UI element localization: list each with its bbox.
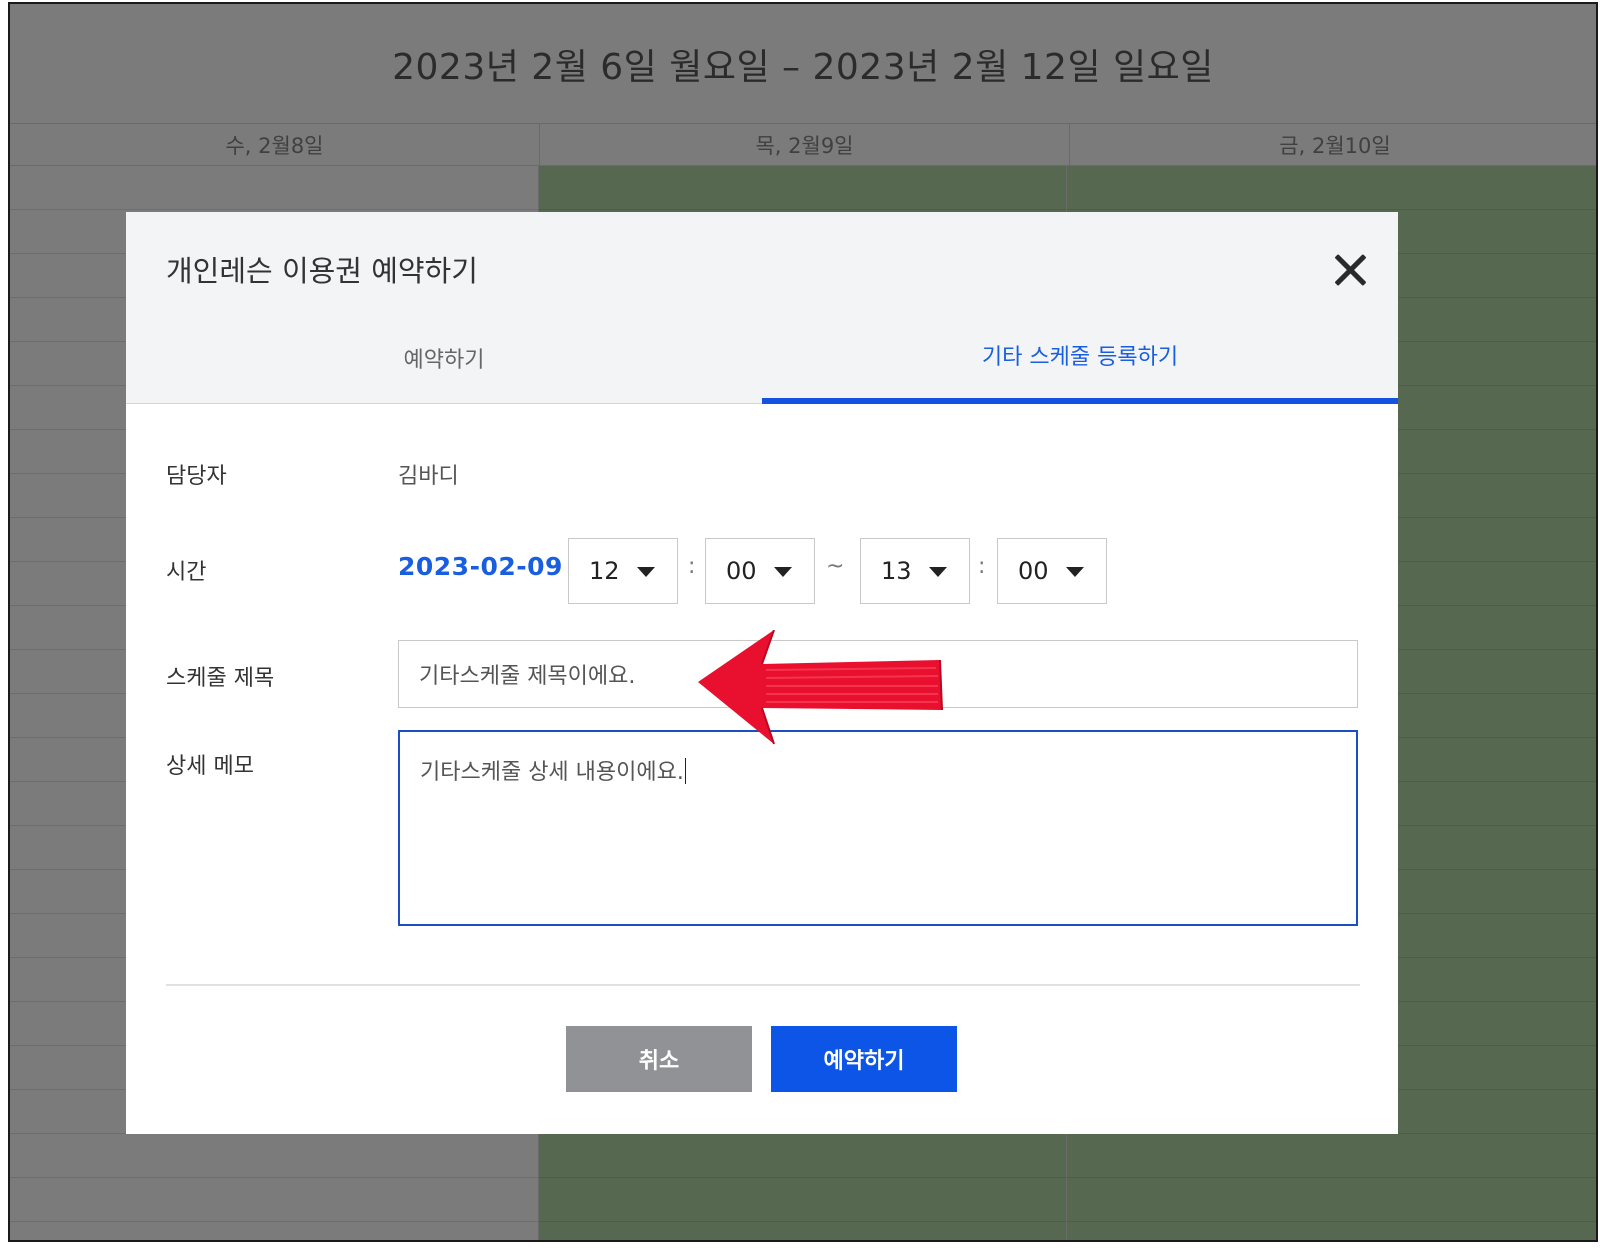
end-hour-value: 13 (881, 557, 912, 585)
footer-divider (166, 984, 1360, 986)
time-colon: : (688, 554, 696, 579)
memo-label: 상세 메모 (166, 754, 254, 779)
time-colon: : (978, 554, 986, 579)
modal-header: 개인레슨 이용권 예약하기 예약하기 기타 스케줄 등록하기 (126, 212, 1398, 404)
calendar-day-row: 수, 2월8일 목, 2월9일 금, 2월10일 (10, 124, 1596, 166)
close-icon[interactable] (1328, 248, 1372, 292)
start-minute-value: 00 (726, 557, 757, 585)
day-header-thu[interactable]: 목, 2월9일 (540, 124, 1070, 166)
staff-label: 담당자 (166, 464, 227, 489)
cancel-button[interactable]: 취소 (566, 1026, 752, 1092)
day-header-wed[interactable]: 수, 2월8일 (10, 124, 540, 166)
day-header-fri[interactable]: 금, 2월10일 (1070, 124, 1596, 166)
reservation-modal: 개인레슨 이용권 예약하기 예약하기 기타 스케줄 등록하기 담당자 김바디 시… (126, 212, 1398, 1134)
calendar-week-title: 2023년 2월 6일 월요일 – 2023년 2월 12일 일요일 (392, 46, 1214, 88)
memo-value: 기타스케줄 상세 내용이에요. (420, 760, 684, 785)
chevron-down-icon (929, 567, 947, 577)
chevron-down-icon (1066, 567, 1084, 577)
calendar-header: 2023년 2월 6일 월요일 – 2023년 2월 12일 일요일 (10, 4, 1596, 124)
modal-tabs: 예약하기 기타 스케줄 등록하기 (126, 330, 1398, 404)
start-minute-select[interactable]: 00 (705, 538, 815, 604)
submit-button[interactable]: 예약하기 (771, 1026, 957, 1092)
tab-reservation[interactable]: 예약하기 (126, 330, 762, 404)
chevron-down-icon (774, 567, 792, 577)
start-hour-value: 12 (589, 557, 620, 585)
text-cursor (684, 758, 686, 784)
chevron-down-icon (637, 567, 655, 577)
end-minute-value: 00 (1018, 557, 1049, 585)
schedule-title-value: 기타스케줄 제목이에요. (419, 664, 636, 689)
start-hour-select[interactable]: 12 (568, 538, 678, 604)
schedule-title-label: 스케줄 제목 (166, 666, 275, 691)
time-label: 시간 (166, 560, 207, 585)
end-minute-select[interactable]: 00 (997, 538, 1107, 604)
memo-textarea[interactable]: 기타스케줄 상세 내용이에요. (398, 730, 1358, 926)
time-range-tilde: ~ (826, 554, 845, 579)
modal-title: 개인레슨 이용권 예약하기 (166, 254, 478, 288)
staff-value: 김바디 (398, 464, 459, 489)
tab-other-schedule[interactable]: 기타 스케줄 등록하기 (762, 330, 1398, 404)
schedule-title-input[interactable]: 기타스케줄 제목이에요. (398, 640, 1358, 708)
end-hour-select[interactable]: 13 (860, 538, 970, 604)
date-link[interactable]: 2023-02-09 (398, 552, 563, 581)
